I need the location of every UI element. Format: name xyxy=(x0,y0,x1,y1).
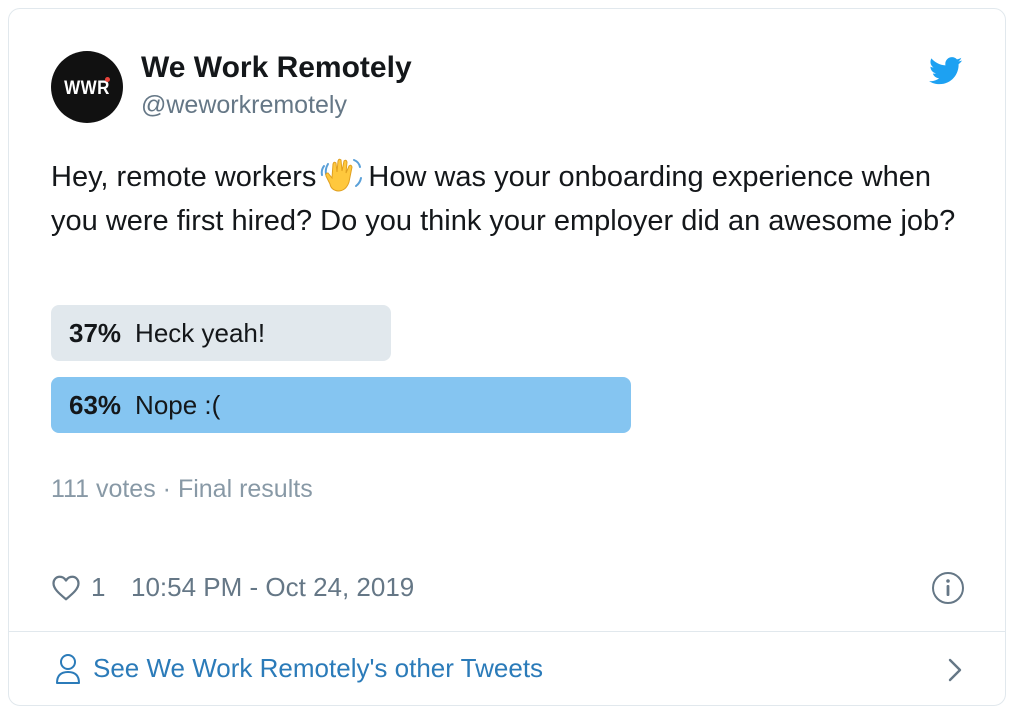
divider xyxy=(9,631,1005,632)
person-icon xyxy=(56,654,80,684)
account-handle[interactable]: @weworkremotely xyxy=(141,91,347,120)
poll-option-label: 63% Nope :( xyxy=(69,390,220,421)
tweet-header: WWR We Work Remotely @weworkremotely xyxy=(51,51,975,123)
poll-option-heck-yeah: 37% Heck yeah! xyxy=(51,305,391,361)
poll-percent: 37% xyxy=(69,318,122,348)
tweet-card[interactable]: WWR We Work Remotely @weworkremotely Hey… xyxy=(8,8,1006,706)
tweet-text: Hey, remote workers How was your onboard… xyxy=(51,155,971,243)
see-other-tweets-link[interactable]: See We Work Remotely's other Tweets xyxy=(51,647,965,691)
poll-meta: 111 votes · Final results xyxy=(51,475,313,504)
like-count[interactable]: 1 xyxy=(91,572,105,603)
poll-choice-text: Heck yeah! xyxy=(135,318,266,348)
avatar-red-dot xyxy=(105,77,110,82)
account-name[interactable]: We Work Remotely xyxy=(141,51,412,85)
tweet-text-start: Hey, remote workers xyxy=(51,161,317,193)
poll-percent: 63% xyxy=(69,390,122,420)
tweet-footer: 1 10:54 PM - Oct 24, 2019 xyxy=(51,571,965,607)
info-icon[interactable] xyxy=(931,571,965,605)
avatar[interactable]: WWR xyxy=(51,51,123,123)
poll-votes: 111 votes xyxy=(51,475,156,503)
poll-option-nope: 63% Nope :( xyxy=(51,377,631,433)
twitter-bird-icon[interactable] xyxy=(929,57,963,85)
poll-status: Final results xyxy=(177,475,313,503)
chevron-right-icon[interactable] xyxy=(945,657,965,683)
poll-separator: · xyxy=(162,475,171,503)
heart-icon[interactable] xyxy=(51,573,81,603)
poll-choice-text: Nope :( xyxy=(135,390,221,420)
waving-hand-emoji xyxy=(321,158,363,192)
avatar-text: WWR xyxy=(64,76,110,99)
poll-option-label: 37% Heck yeah! xyxy=(69,318,265,349)
tweet-timestamp[interactable]: 10:54 PM - Oct 24, 2019 xyxy=(131,572,414,603)
see-other-tweets-label[interactable]: See We Work Remotely's other Tweets xyxy=(93,653,543,684)
